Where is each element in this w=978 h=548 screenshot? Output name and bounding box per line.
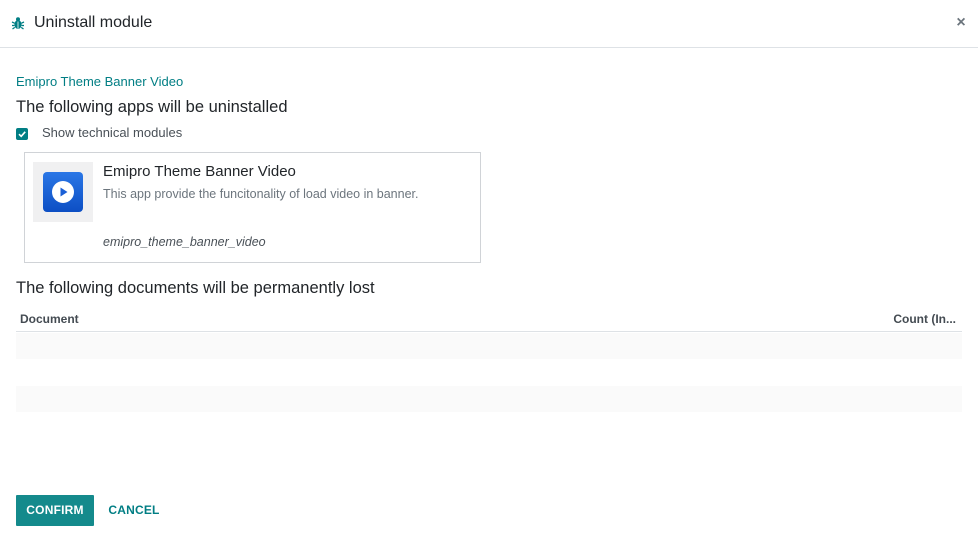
confirm-button[interactable]: CONFIRM <box>16 495 94 526</box>
documents-heading: The following documents will be permanen… <box>16 279 375 297</box>
table-row <box>16 386 962 412</box>
app-icon-container <box>33 162 93 222</box>
show-technical-checkbox[interactable] <box>16 128 28 140</box>
dialog-header: Uninstall module × <box>0 0 978 48</box>
apps-heading: The following apps will be uninstalled <box>16 98 288 116</box>
column-header-document[interactable]: Document <box>20 311 79 327</box>
dialog-title: Uninstall module <box>34 14 153 31</box>
documents-table: Document Count (In... <box>16 308 962 412</box>
app-name: Emipro Theme Banner Video <box>103 163 296 180</box>
bug-icon <box>11 16 25 30</box>
app-technical-name: emipro_theme_banner_video <box>103 235 266 249</box>
show-technical-label[interactable]: Show technical modules <box>42 125 182 141</box>
cancel-button[interactable]: CANCEL <box>101 495 167 526</box>
module-name-link[interactable]: Emipro Theme Banner Video <box>16 74 183 90</box>
check-icon <box>18 131 26 138</box>
table-header: Document Count (In... <box>16 308 962 332</box>
close-button[interactable]: × <box>952 13 970 33</box>
app-card[interactable]: Emipro Theme Banner Video This app provi… <box>24 152 481 263</box>
app-description: This app provide the funcitonality of lo… <box>103 187 419 201</box>
column-header-count[interactable]: Count (In... <box>893 311 956 327</box>
play-icon <box>43 172 83 212</box>
table-row <box>16 333 962 359</box>
